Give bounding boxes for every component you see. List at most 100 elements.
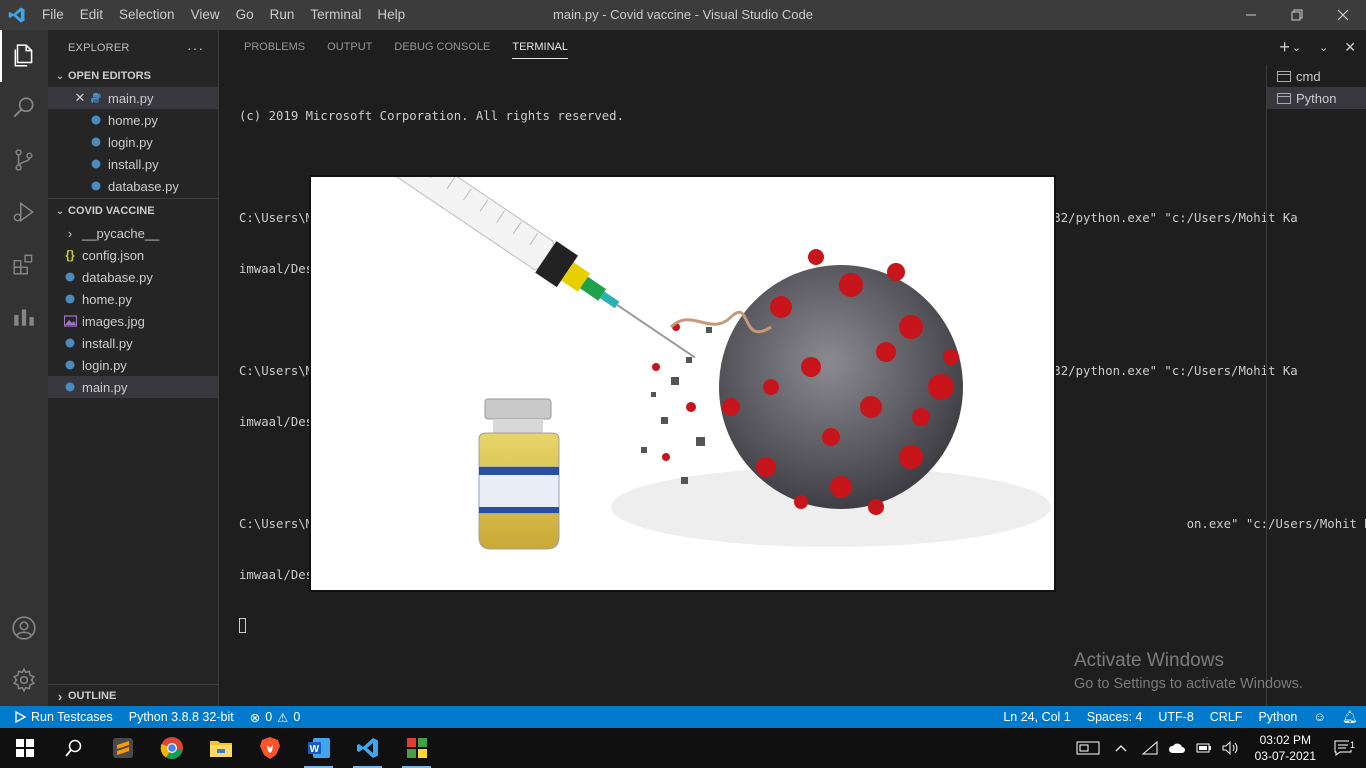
tab-terminal[interactable]: TERMINAL [501,30,579,65]
menu-go[interactable]: Go [228,0,262,30]
menu-selection[interactable]: Selection [111,0,183,30]
sublime-text-icon[interactable] [98,728,147,768]
tree-item[interactable]: images.jpg [48,310,218,332]
notifications-bell-icon[interactable]: 🔔︎ [1334,706,1366,728]
python-file-icon [88,112,104,128]
python-app-icon[interactable] [392,728,441,768]
taskbar-clock[interactable]: 03:02 PM 03-07-2021 [1245,732,1326,764]
wifi-icon[interactable] [1137,741,1163,755]
close-window-button[interactable] [1320,0,1366,30]
vscode-taskbar-icon[interactable] [343,728,392,768]
tree-item-label: main.py [82,379,128,395]
menu-file[interactable]: File [34,0,72,30]
eol-setting[interactable]: CRLF [1202,706,1251,728]
analytics-icon[interactable] [0,290,48,342]
outline-section[interactable]: › OUTLINE [48,684,218,706]
close-panel-icon[interactable]: ✕ [1344,39,1356,56]
python-file-icon [62,379,78,395]
restore-button[interactable] [1274,0,1320,30]
chevron-right-icon: › [57,688,63,704]
window-controls [1228,0,1366,30]
run-testcases-button[interactable]: Run Testcases [0,706,121,728]
menu-terminal[interactable]: Terminal [302,0,369,30]
windows-start-icon[interactable] [0,728,49,768]
open-editor-item[interactable]: home.py [48,109,218,131]
tree-item-label: config.json [82,247,145,263]
tab-problems[interactable]: PROBLEMS [233,30,316,65]
menu-view[interactable]: View [183,0,228,30]
terminal-cursor [239,618,246,633]
file-explorer-icon[interactable] [196,728,245,768]
open-editor-item[interactable]: ✕ main.py [48,87,218,109]
image-file-icon [62,313,78,329]
python-file-icon [88,178,104,194]
open-editor-item[interactable]: login.py [48,131,218,153]
terminal-icon [1277,70,1291,82]
tree-item[interactable]: install.py [48,332,218,354]
tree-item-label: install.py [82,335,133,351]
project-folder-title: COVID VACCINE [68,205,155,217]
feedback-icon[interactable]: ☺ [1305,706,1334,728]
more-actions-icon[interactable]: ··· [187,40,204,56]
brave-browser-icon[interactable] [245,728,294,768]
tree-item-label: database.py [82,269,153,285]
open-editor-item[interactable]: database.py [48,175,218,197]
terminal-item-cmd[interactable]: cmd [1267,65,1366,87]
system-tray: 03:02 PM 03-07-2021 1 [1071,728,1366,768]
json-file-icon: {} [65,248,75,262]
volume-icon[interactable] [1217,741,1245,755]
project-folder-header[interactable]: ⌄ COVID VACCINE [48,200,218,222]
tree-item-label: login.py [82,357,127,373]
tree-item[interactable]: main.py [48,376,218,398]
tab-output[interactable]: OUTPUT [316,30,383,65]
tab-debug-console[interactable]: DEBUG CONSOLE [383,30,501,65]
python-file-icon [88,156,104,172]
menu-help[interactable]: Help [369,0,413,30]
windows-taskbar: W 03:02 PM 03-07-2021 1 [0,728,1366,768]
maximize-panel-icon[interactable]: ⌄ [1319,41,1328,54]
panel-tabs: PROBLEMS OUTPUT DEBUG CONSOLE TERMINAL [219,30,579,65]
run-debug-icon[interactable] [0,186,48,238]
settings-gear-icon[interactable] [0,654,48,706]
open-editors-header[interactable]: ⌄ OPEN EDITORS [48,65,218,87]
tree-item[interactable]: home.py [48,288,218,310]
vaccine-image-window[interactable] [309,175,1056,592]
language-mode[interactable]: Python [1250,706,1305,728]
warning-count: 0 [293,710,301,724]
action-center-icon[interactable]: 1 [1326,740,1366,756]
battery-icon[interactable] [1191,742,1217,754]
tree-item[interactable]: login.py [48,354,218,376]
extensions-icon[interactable] [0,238,48,290]
tree-item[interactable]: {} config.json [48,244,218,266]
search-icon[interactable] [49,728,98,768]
python-interpreter-button[interactable]: Python 3.8.8 32-bit [121,706,242,728]
chevron-down-icon[interactable]: ⌄ [1292,41,1301,54]
keyboard-icon[interactable] [1071,740,1105,756]
open-editor-label: install.py [108,156,159,172]
onedrive-cloud-icon[interactable] [1163,742,1191,754]
open-editor-item[interactable]: install.py [48,153,218,175]
chevron-up-icon[interactable] [1105,744,1137,752]
outline-title: OUTLINE [68,690,117,702]
menu-run[interactable]: Run [262,0,303,30]
cursor-position[interactable]: Ln 24, Col 1 [995,706,1078,728]
terminal-item-python[interactable]: Python [1267,87,1366,109]
chrome-icon[interactable] [147,728,196,768]
explorer-icon[interactable] [0,30,48,82]
new-terminal-icon[interactable]: + [1279,37,1290,58]
word-icon[interactable]: W [294,728,343,768]
python-file-icon [88,90,104,106]
menu-edit[interactable]: Edit [72,0,111,30]
problems-indicator[interactable]: ⊗ 0 ⚠ 0 [242,706,309,728]
encoding-setting[interactable]: UTF-8 [1150,706,1201,728]
python-file-icon [62,335,78,351]
source-control-icon[interactable] [0,134,48,186]
search-icon[interactable] [0,82,48,134]
tree-item-folder[interactable]: › __pycache__ [48,222,218,244]
minimize-button[interactable] [1228,0,1274,30]
close-editor-icon[interactable]: ✕ [72,90,88,106]
account-icon[interactable] [0,602,48,654]
indentation-setting[interactable]: Spaces: 4 [1079,706,1151,728]
tree-item[interactable]: database.py [48,266,218,288]
outline-header[interactable]: › OUTLINE [48,685,218,707]
